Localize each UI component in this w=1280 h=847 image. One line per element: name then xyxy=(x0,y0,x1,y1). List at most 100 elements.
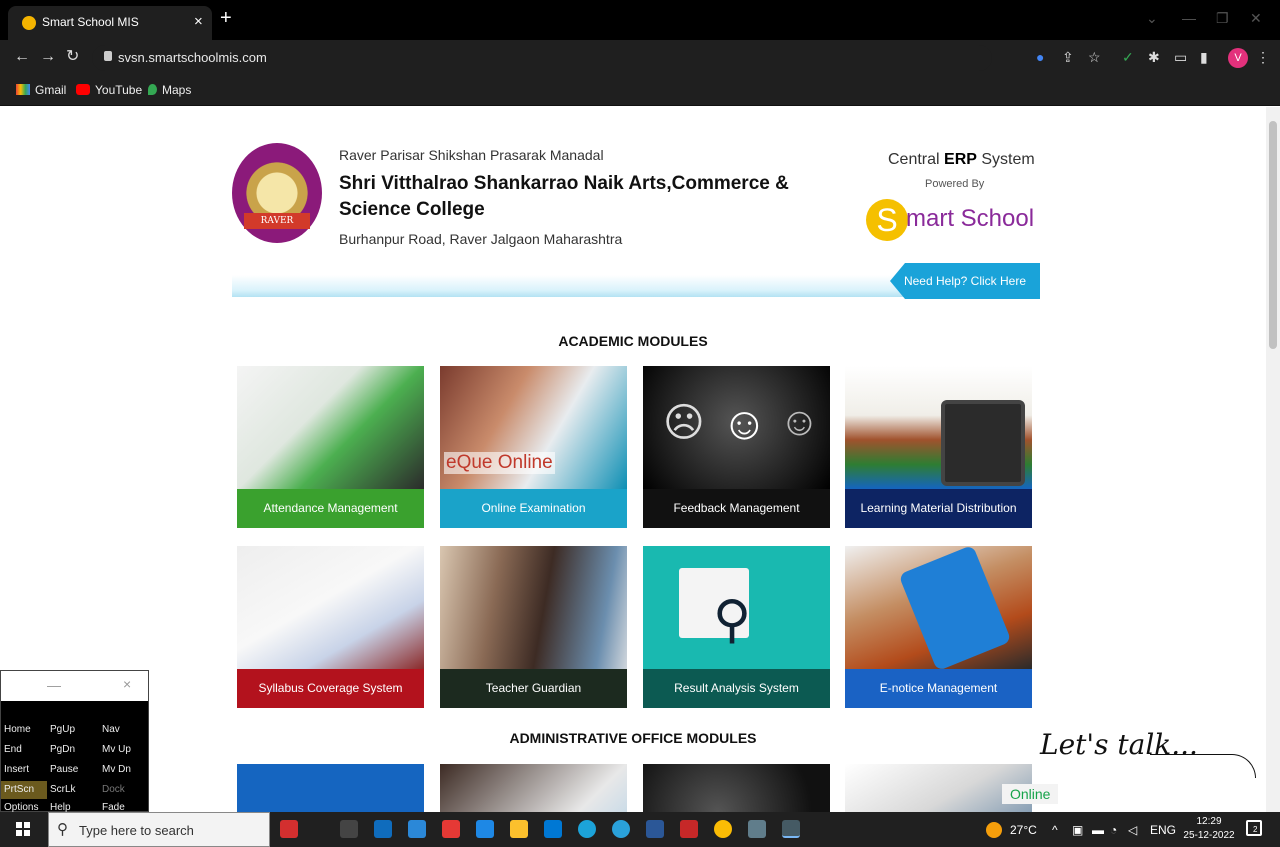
tray-overflow-icon[interactable]: ^ xyxy=(1052,823,1058,837)
osk-key[interactable]: PrtScn xyxy=(1,781,47,799)
module-learning-material-distribution[interactable]: Learning Material Distribution xyxy=(845,366,1032,528)
file-explorer-icon[interactable] xyxy=(510,820,528,838)
module-feedback-management[interactable]: ☹ ☺ ☺ Feedback Management xyxy=(643,366,830,528)
taskbar-search[interactable]: ⚲ Type here to search xyxy=(48,812,270,847)
url-text: svsn.smartschoolmis.com xyxy=(118,50,267,65)
windows-start-icon[interactable] xyxy=(16,822,30,836)
bookmark-label: Gmail xyxy=(35,83,67,97)
close-tab-icon[interactable]: × xyxy=(194,13,203,30)
bookmark-youtube[interactable]: YouTube xyxy=(76,83,142,97)
module-e-notice-management[interactable]: E-notice Management xyxy=(845,546,1032,708)
chevron-down-icon[interactable]: ⌄ xyxy=(1146,10,1158,27)
word-icon[interactable] xyxy=(646,820,664,838)
wifi-icon[interactable]: ◔ xyxy=(1110,823,1117,837)
holiday-app-icon[interactable] xyxy=(280,820,298,838)
bookmark-maps[interactable]: Maps xyxy=(148,83,191,97)
lock-icon xyxy=(104,51,112,61)
chat-online-status[interactable]: Online xyxy=(1002,784,1059,804)
outlook-icon[interactable] xyxy=(374,820,392,838)
osk-key[interactable]: Mv Up xyxy=(99,741,145,759)
maximize-icon[interactable]: ❐ xyxy=(1216,10,1229,27)
chat-decoration xyxy=(1150,754,1256,778)
osk-key[interactable]: Pause xyxy=(47,761,93,779)
page-scrollbar[interactable] xyxy=(1266,107,1280,812)
back-icon[interactable]: ← xyxy=(14,48,30,66)
osk-minimize-icon[interactable]: — xyxy=(47,677,61,693)
teacher-student-image xyxy=(440,546,627,669)
bookmark-star-icon[interactable]: ☆ xyxy=(1088,49,1101,65)
osk-app-icon[interactable] xyxy=(782,820,800,838)
task-view-icon[interactable] xyxy=(340,820,358,838)
module-online-examination[interactable]: eQue Online Online Examination xyxy=(440,366,627,528)
reload-icon[interactable]: ↻ xyxy=(66,48,79,66)
cast-icon[interactable]: ▭ xyxy=(1174,49,1187,65)
module-teacher-guardian[interactable]: Teacher Guardian xyxy=(440,546,627,708)
books-tablet-image xyxy=(845,366,1032,489)
module-label: Result Analysis System xyxy=(643,669,830,708)
scrollbar-thumb[interactable] xyxy=(1269,121,1277,349)
osk-key[interactable]: Dock xyxy=(99,781,145,799)
smartphone-screen xyxy=(898,546,1012,672)
need-help-button[interactable]: Need Help? Click Here xyxy=(890,263,1040,299)
menu-icon[interactable]: ⋮ xyxy=(1256,49,1270,65)
weather-temperature[interactable]: 27°C xyxy=(1010,823,1037,837)
osk-key[interactable]: End xyxy=(1,741,47,759)
brand-s: S xyxy=(866,199,908,241)
notification-icon[interactable]: 2 xyxy=(1246,820,1262,836)
calculator-icon[interactable] xyxy=(408,820,426,838)
network-icon[interactable]: ▣ xyxy=(1072,823,1083,837)
osk-key[interactable]: Home xyxy=(1,721,47,739)
minimize-icon[interactable]: — xyxy=(1182,10,1196,26)
maps-icon xyxy=(148,84,157,95)
paint-icon[interactable] xyxy=(748,820,766,838)
osk-key[interactable]: Mv Dn xyxy=(99,761,145,779)
chrome-icon[interactable] xyxy=(714,820,732,838)
store-icon[interactable] xyxy=(544,820,562,838)
battery-icon[interactable]: ▬ xyxy=(1092,823,1104,837)
module-syllabus-coverage-system[interactable]: Syllabus Coverage System xyxy=(237,546,424,708)
module-result-analysis-system[interactable]: ⚲ Result Analysis System xyxy=(643,546,830,708)
admin-module-tile-2[interactable] xyxy=(440,764,627,812)
module-attendance-management[interactable]: Attendance Management xyxy=(237,366,424,528)
telegram-icon[interactable] xyxy=(612,820,630,838)
new-tab-button[interactable]: + xyxy=(220,8,232,28)
language-indicator[interactable]: ENG xyxy=(1150,823,1176,837)
check-extension-icon[interactable]: ✓ xyxy=(1122,49,1134,65)
edge-icon[interactable] xyxy=(578,820,596,838)
osk-key[interactable]: PgUp xyxy=(47,721,93,739)
side-panel-icon[interactable]: ▮ xyxy=(1200,49,1208,65)
search-placeholder: Type here to search xyxy=(79,823,194,838)
volume-icon[interactable]: ◁ xyxy=(1128,823,1137,837)
taskbar-clock[interactable]: 12:29 25-12-2022 xyxy=(1179,815,1239,843)
window-close-icon[interactable]: ✕ xyxy=(1250,10,1262,27)
osk-close-icon[interactable]: × xyxy=(123,676,131,692)
profile-avatar[interactable]: V xyxy=(1228,48,1248,68)
browser-tab[interactable]: Smart School MIS × xyxy=(8,6,212,40)
admin-module-tile-1[interactable] xyxy=(237,764,424,812)
feedback-faces-image: ☹ ☺ ☺ xyxy=(643,366,830,489)
osk-key[interactable]: Nav xyxy=(99,721,145,739)
forward-icon[interactable]: → xyxy=(40,48,56,66)
bookmark-gmail[interactable]: Gmail xyxy=(16,83,66,97)
weather-icon[interactable] xyxy=(986,822,1002,838)
admin-module-tile-3[interactable] xyxy=(643,764,830,812)
admin-tile-image xyxy=(643,764,830,812)
mail-icon[interactable] xyxy=(476,820,494,838)
osk-key[interactable]: ScrLk xyxy=(47,781,93,799)
syllabus-chart-image xyxy=(237,546,424,669)
erp-suffix: System xyxy=(976,151,1035,168)
chat-widget[interactable]: Let's talk... xyxy=(1034,724,1260,814)
osk-key[interactable]: PgDn xyxy=(47,741,93,759)
search-icon: ⚲ xyxy=(57,821,68,838)
college-name: Shri Vitthalrao Shankarrao Naik Arts,Com… xyxy=(339,173,789,220)
module-label: Teacher Guardian xyxy=(440,669,627,708)
extensions-icon[interactable]: ✱ xyxy=(1148,49,1160,65)
acrobat-icon[interactable] xyxy=(680,820,698,838)
osk-key[interactable]: Insert xyxy=(1,761,47,779)
address-bar[interactable]: svsn.smartschoolmis.com xyxy=(92,45,992,71)
smile-face-icon: ☺ xyxy=(721,397,768,449)
share-icon[interactable]: ⇪ xyxy=(1062,49,1074,65)
google-icon[interactable]: ● xyxy=(1036,49,1044,65)
photos-icon[interactable] xyxy=(442,820,460,838)
college-address: Burhanpur Road, Raver Jalgaon Maharashtr… xyxy=(339,231,623,247)
